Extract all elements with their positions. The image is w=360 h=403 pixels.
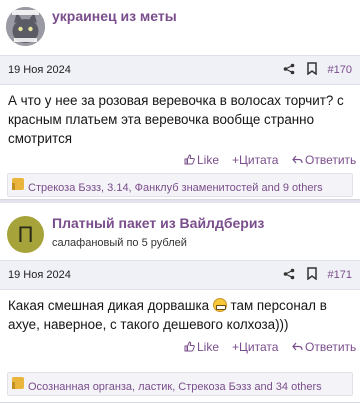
share-icon[interactable] <box>283 63 295 75</box>
reaction-thumb-icon <box>12 178 24 190</box>
post-header: украинец из меты <box>0 0 360 55</box>
share-icon[interactable] <box>283 268 295 280</box>
like-button[interactable]: Like <box>184 153 219 167</box>
reply-icon <box>292 342 303 351</box>
author-name[interactable]: Платный пакет из Вайлдбериз <box>52 215 264 231</box>
post-body-start: Какая смешная дикая дорвашка <box>8 298 210 313</box>
like-button[interactable]: Like <box>184 340 219 354</box>
reactions-bar[interactable]: Стрекоза Бэзз, 3.14, Фанклуб знаменитост… <box>7 173 353 197</box>
avatar[interactable]: П <box>7 216 44 253</box>
quote-button[interactable]: +Цитата <box>232 340 278 354</box>
post-actions: Like +Цитата Ответить <box>0 336 360 360</box>
like-label: Like <box>197 340 220 354</box>
post-body: Какая смешная дикая дорвашка там персона… <box>0 290 360 336</box>
quote-icon: + <box>232 340 240 354</box>
post-number[interactable]: #170 <box>328 64 352 76</box>
reply-label: Ответить <box>305 340 357 354</box>
like-icon <box>184 154 195 165</box>
user-title: салафановый по 5 рублей <box>52 237 187 249</box>
quote-label: Цитата <box>239 153 279 167</box>
like-icon <box>184 341 195 352</box>
post-number[interactable]: #171 <box>328 269 352 281</box>
quote-label: Цитата <box>239 340 279 354</box>
avatar-cat-image <box>6 7 45 46</box>
avatar[interactable] <box>6 7 45 46</box>
like-label: Like <box>197 153 220 167</box>
bookmark-icon[interactable] <box>307 62 317 75</box>
post-171: П Платный пакет из Вайлдбериз салафановы… <box>0 203 360 403</box>
grin-emoji <box>212 298 227 312</box>
post-date[interactable]: 19 Ноя 2024 <box>8 64 71 76</box>
post-body: А что у нее за розовая веревочка в волос… <box>8 93 344 146</box>
quote-button[interactable]: +Цитата <box>232 153 278 167</box>
post-meta-bar: 19 Ноя 2024 #170 <box>0 55 360 85</box>
reactions-bar[interactable]: Осознанная органза, ластик, Стрекоза Бэз… <box>7 372 353 396</box>
quote-icon: + <box>232 153 240 167</box>
reply-button[interactable]: Ответить <box>292 153 356 167</box>
bookmark-icon[interactable] <box>307 267 317 280</box>
post-meta-bar: 19 Ноя 2024 #171 <box>0 260 360 290</box>
reply-icon <box>292 155 303 164</box>
reply-label: Ответить <box>305 153 357 167</box>
reactions-list[interactable]: Осознанная органза, ластик, Стрекоза Бэз… <box>28 381 322 393</box>
post-header: П Платный пакет из Вайлдбериз салафановы… <box>0 203 360 260</box>
reply-button[interactable]: Ответить <box>292 340 356 354</box>
author-name[interactable]: украинец из меты <box>52 8 177 24</box>
reaction-thumb-icon <box>12 377 24 389</box>
post-date[interactable]: 19 Ноя 2024 <box>8 269 71 281</box>
post-actions: Like +Цитата Ответить <box>0 149 360 173</box>
post-170: украинец из меты 19 Ноя 2024 #170 А что … <box>0 0 360 200</box>
reactions-list[interactable]: Стрекоза Бэзз, 3.14, Фанклуб знаменитост… <box>28 182 323 194</box>
